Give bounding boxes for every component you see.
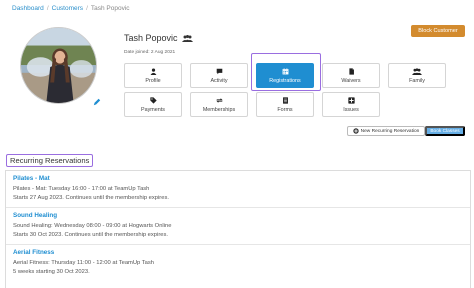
tile-waivers[interactable]: Waivers <box>322 63 380 88</box>
book-classes-button[interactable]: Book Classes <box>425 126 465 136</box>
tag-icon <box>149 96 157 104</box>
tile-label: Family <box>409 77 425 84</box>
plus-circle-icon <box>352 128 359 134</box>
user-icon <box>150 67 156 75</box>
list-item: Pilates - Mat Pilates - Mat: Tuesday 16:… <box>6 171 470 202</box>
list-icon <box>282 96 288 104</box>
new-recurring-reservation-label: New Recurring Reservation <box>360 128 420 134</box>
tile-label: Memberships <box>202 106 236 113</box>
customer-name-text: Tash Popovic <box>124 33 178 43</box>
edit-pencil-icon[interactable] <box>93 98 101 106</box>
date-joined: Date joined: 2 Aug 2021 <box>124 50 176 55</box>
breadcrumb-separator: / <box>46 5 49 12</box>
tile-label: Activity <box>210 77 228 84</box>
reservation-schedule: Sound Healing: Wednesday 08:00 - 09:00 a… <box>13 223 172 229</box>
list-item: Sound Healing Sound Healing: Wednesday 0… <box>6 207 470 239</box>
tile-family[interactable]: Family <box>388 63 446 88</box>
block-customer-button[interactable]: Block Customer <box>411 25 465 37</box>
tile-label: Waivers <box>341 77 361 84</box>
tile-issues[interactable]: Issues <box>322 92 380 117</box>
tile-label: Payments <box>141 106 165 113</box>
reservation-duration: Starts 30 Oct 2023. Continues until the … <box>13 231 168 238</box>
avatar-photo <box>21 28 96 103</box>
reservation-schedule: Pilates - Mat: Tuesday 16:00 - 17:00 at … <box>13 186 150 192</box>
recurring-reservations-title: Recurring Reservations <box>6 154 94 167</box>
breadcrumb-dashboard[interactable]: Dashboard <box>12 5 44 12</box>
registrations-highlight <box>251 53 321 91</box>
refresh-icon <box>215 97 223 103</box>
new-recurring-reservation-button[interactable]: New Recurring Reservation <box>347 126 425 136</box>
recurring-reservations-list: Pilates - Mat Pilates - Mat: Tuesday 16:… <box>5 170 471 288</box>
document-icon <box>348 67 354 75</box>
tile-memberships[interactable]: Memberships <box>190 92 248 117</box>
chat-icon <box>216 68 222 74</box>
tile-label: Profile <box>145 77 161 84</box>
tile-label: Issues <box>343 106 359 113</box>
breadcrumb-customers[interactable]: Customers <box>52 5 83 12</box>
breadcrumb-current: Tash Popovic <box>90 5 130 12</box>
reservation-duration: Starts 27 Aug 2023. Continues until the … <box>13 194 169 201</box>
list-item: Aerial Fitness Aerial Fitness: Thursday … <box>6 244 470 276</box>
tile-profile[interactable]: Profile <box>124 63 182 88</box>
reservation-schedule: Aerial Fitness: Thursday 11:00 - 12:00 a… <box>13 260 155 266</box>
tile-activity[interactable]: Activity <box>190 63 248 88</box>
users-icon <box>412 67 422 75</box>
avatar <box>20 27 97 104</box>
customer-name: Tash Popovic <box>124 33 193 43</box>
tile-label: Forms <box>277 106 293 113</box>
breadcrumb-separator: / <box>86 5 88 12</box>
plus-square-icon <box>347 96 355 104</box>
tile-forms[interactable]: Forms <box>256 92 314 117</box>
breadcrumb: Dashboard / Customers / Tash Popovic <box>12 5 130 12</box>
tile-payments[interactable]: Payments <box>124 92 182 117</box>
reservation-duration: 5 weeks starting 30 Oct 2023. <box>13 268 90 275</box>
reservation-name-link[interactable]: Sound Healing <box>13 212 470 219</box>
reservation-name-link[interactable]: Aerial Fitness <box>13 249 470 256</box>
reservation-name-link[interactable]: Pilates - Mat <box>13 175 470 182</box>
family-group-icon <box>181 34 193 42</box>
